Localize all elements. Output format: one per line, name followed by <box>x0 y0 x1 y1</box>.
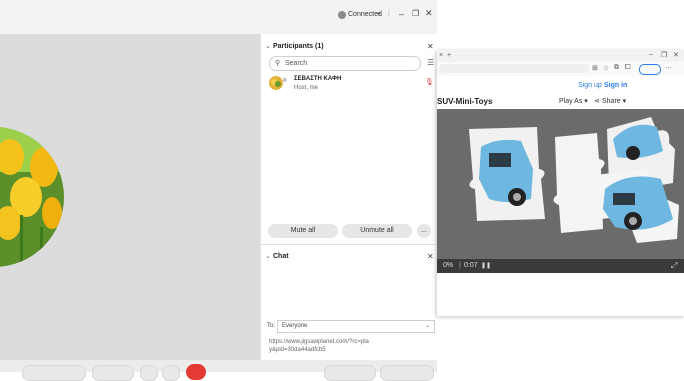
connected-icon <box>338 11 346 19</box>
close-chat-icon[interactable]: ✕ <box>427 252 434 261</box>
title-bar: Connected ▾ | – ❐ ✕ <box>0 0 437 34</box>
chat-message-input[interactable]: https://www.jigsawplanet.com/?rc=play&pi… <box>269 338 369 354</box>
host-icon: ⌾ <box>283 78 287 84</box>
list-options-icon[interactable]: ☰ <box>427 58 434 67</box>
close-icon[interactable]: ✕ <box>673 51 679 59</box>
share-menu[interactable]: Share ▾ <box>602 97 626 105</box>
participant-row[interactable]: ⌾ ΣΕΒΑΣΤΗ ΚΑΦΗ Host, me 🎙 <box>261 74 438 96</box>
timer: 0:07 <box>464 262 478 269</box>
meeting-window: Connected ▾ | – ❐ ✕ ⌄ Participants (1) ✕… <box>0 0 438 381</box>
chat-header: Chat <box>273 253 289 260</box>
favorites-icon[interactable]: ☆ <box>603 64 609 72</box>
extensions-icon[interactable]: ⧠ <box>625 64 631 72</box>
video-button[interactable] <box>92 365 134 381</box>
close-icon[interactable]: ✕ <box>425 8 433 19</box>
pause-icon[interactable]: ❚❚ <box>481 262 491 269</box>
address-bar-row: ⊞ ☆ ⧉ ⧠ … <box>437 62 684 77</box>
more-button[interactable] <box>162 365 180 381</box>
puzzle-status-bar: 0% | 0:07 ❚❚ ⤢ <box>437 259 684 273</box>
puzzle-piece[interactable] <box>469 127 545 221</box>
collapse-icon[interactable]: ⌄ <box>265 42 271 50</box>
collapse-chat-icon[interactable]: ⌄ <box>265 252 271 260</box>
more-icon[interactable]: … <box>665 63 672 70</box>
end-call-button[interactable] <box>186 364 206 380</box>
search-placeholder: Search <box>285 60 308 67</box>
participants-panel: ⌄ Participants (1) ✕ ⚲ Search ☰ ⌾ ΣΕΒΑΣΤ… <box>260 34 438 244</box>
divider: | <box>459 262 461 269</box>
mute-all-button[interactable]: Mute all <box>268 224 338 238</box>
participant-name: ΣΕΒΑΣΤΗ ΚΑΦΗ <box>294 76 342 82</box>
share-icon[interactable]: ⋖ <box>594 97 600 105</box>
play-as-menu[interactable]: Play As ▾ <box>559 97 588 105</box>
share-button[interactable] <box>140 365 158 381</box>
puzzle-title: SUV-Mini-Toys <box>437 97 493 106</box>
minimize-icon[interactable]: – <box>399 9 404 19</box>
address-bar[interactable] <box>439 64 589 73</box>
close-panel-icon[interactable]: ✕ <box>427 42 434 51</box>
browser-window: × + – ❐ ✕ ⊞ ☆ ⧉ ⧠ … Sign up Sign in SUV-… <box>437 50 684 316</box>
chevron-down-icon[interactable]: ▾ <box>377 10 381 18</box>
restore-icon[interactable]: ❐ <box>661 51 667 59</box>
reader-icon[interactable]: ⊞ <box>592 64 598 72</box>
progress-percent: 0% <box>443 262 454 269</box>
more-options-button[interactable]: ... <box>417 224 431 238</box>
divider: | <box>388 10 390 17</box>
avatar-tulips-image <box>0 127 64 267</box>
mic-muted-icon[interactable]: 🎙 <box>425 78 434 86</box>
meeting-toolbar <box>0 360 437 381</box>
dropdown-chevron-icon: ⌄ <box>425 323 431 329</box>
puzzle-title-bar: SUV-Mini-Toys Play As ▾ ⋖ Share ▾ <box>437 95 684 109</box>
participant-role: Host, me <box>294 85 319 91</box>
participants-header: Participants (1) <box>273 43 324 50</box>
video-area <box>0 34 260 360</box>
collections-icon[interactable]: ⧉ <box>614 64 619 72</box>
search-icon: ⚲ <box>275 60 281 67</box>
unmute-all-button[interactable]: Unmute all <box>342 224 412 238</box>
minimize-icon[interactable]: – <box>649 51 653 58</box>
fullscreen-icon[interactable]: ⤢ <box>671 261 677 271</box>
recipient-select[interactable]: Everyone ⌄ <box>277 320 435 333</box>
to-label: To: <box>267 323 276 329</box>
participants-toggle-button[interactable] <box>324 365 376 381</box>
puzzle-board[interactable] <box>437 109 684 269</box>
sign-in-link[interactable]: Sign in <box>604 82 627 89</box>
puzzle-pieces <box>437 109 684 269</box>
search-input[interactable]: ⚲ Search <box>269 56 421 71</box>
new-tab-icon[interactable]: + <box>447 52 451 59</box>
tab-close-icon[interactable]: × <box>439 52 443 59</box>
avatar <box>269 76 283 90</box>
chat-panel: ⌄ Chat ✕ To: Everyone ⌄ https://www.jigs… <box>260 244 438 361</box>
profile-button[interactable] <box>639 64 661 75</box>
restore-icon[interactable]: ❐ <box>412 9 419 18</box>
tab-strip: × + – ❐ ✕ <box>437 50 684 62</box>
mute-button[interactable] <box>22 365 86 381</box>
sign-up-link[interactable]: Sign up <box>578 82 602 89</box>
recipient-value: Everyone <box>282 323 308 329</box>
chat-toggle-button[interactable] <box>380 365 434 381</box>
